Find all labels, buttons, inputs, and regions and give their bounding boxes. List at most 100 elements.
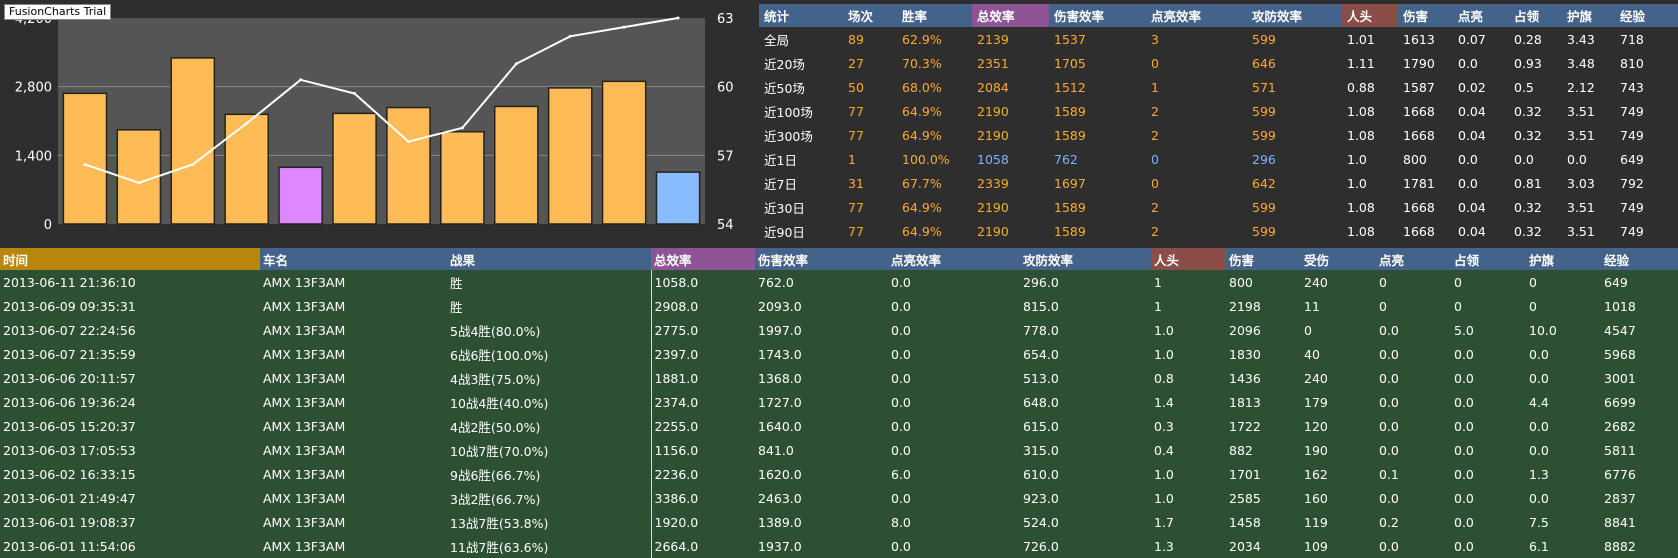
detail-cell: 2013-06-06 20:11:57 [3,370,136,386]
detail-cell: 120 [1304,418,1328,434]
detail-cell: 8882 [1604,538,1636,554]
detail-cell: 179 [1304,394,1328,410]
detail-col-header[interactable]: 总效率 [651,248,755,270]
detail-cell: 0.0 [1454,442,1474,458]
summary-cell: 599 [1252,103,1276,119]
detail-cell: 2397.0 [650,342,755,366]
detail-col-header[interactable]: 时间 [0,248,260,270]
detail-cell: 2013-06-07 22:24:56 [3,322,136,338]
summary-col-header[interactable]: 伤害 [1398,4,1453,27]
detail-cell: 778.0 [1023,322,1059,338]
detail-col-header[interactable]: 伤害 [1226,248,1301,270]
summary-col-header[interactable]: 统计 [759,4,843,27]
summary-col-header[interactable]: 点亮 [1453,4,1509,27]
detail-col-header[interactable]: 车名 [260,248,447,270]
summary-cell: 2190 [977,199,1009,215]
detail-cell: 1.0 [1154,322,1174,338]
detail-cell: 1 [1154,298,1162,314]
detail-cell: 162 [1304,466,1328,482]
detail-cell: 5.0 [1454,322,1474,338]
summary-cell: 1705 [1054,55,1086,71]
detail-cell: 1368.0 [758,370,802,386]
summary-col-header[interactable]: 场次 [843,4,897,27]
detail-cell: 1.0 [1154,346,1174,362]
summary-cell: 0.5 [1514,79,1534,95]
detail-col-header[interactable]: 点亮 [1376,248,1451,270]
summary-col-header[interactable]: 占领 [1509,4,1562,27]
detail-cell: 1018 [1604,298,1636,314]
detail-cell: 0.0 [1529,490,1549,506]
summary-col-header[interactable]: 护旗 [1562,4,1615,27]
detail-col-header[interactable]: 战果 [447,248,651,270]
detail-cell: 815.0 [1023,298,1059,314]
detail-col-header[interactable]: 经验 [1601,248,1678,270]
detail-cell: 0.0 [891,274,911,290]
summary-row: 近90日 77 64.9% 2190 1589 2 599 1.08 1668 0.04 0.32 3… [759,219,1678,243]
detail-col-header[interactable]: 护旗 [1526,248,1601,270]
detail-cell: 5战4胜(80.0%) [450,323,541,339]
summary-cell: 2190 [977,103,1009,119]
summary-cell: 64.9% [902,223,942,239]
detail-col-header[interactable]: 攻防效率 [1020,248,1151,270]
line-point [406,140,410,144]
summary-cell: 77 [848,127,864,143]
detail-cell: 0.0 [891,322,911,338]
summary-cell: 2 [1151,103,1159,119]
detail-cell: 1 [1154,274,1162,290]
detail-cell: 40 [1304,346,1320,362]
summary-cell: 1.08 [1347,127,1375,143]
detail-cell: 0.2 [1379,514,1399,530]
detail-cell: 726.0 [1023,538,1059,554]
detail-col-header[interactable]: 占领 [1451,248,1526,270]
summary-col-header[interactable]: 经验 [1615,4,1678,27]
detail-cell: 0.0 [1454,514,1474,530]
detail-cell: AMX 13F3AM [263,490,346,506]
summary-col-header[interactable]: 人头 [1342,4,1398,27]
summary-cell: 0.32 [1514,127,1542,143]
detail-col-header[interactable]: 点亮效率 [888,248,1020,270]
detail-cell: 2013-06-09 09:35:31 [3,298,136,314]
detail-cell: 654.0 [1023,346,1059,362]
summary-cell: 50 [848,79,864,95]
detail-cell: 4战3胜(75.0%) [450,371,541,387]
summary-cell: 1697 [1054,175,1086,191]
detail-row: 2013-06-01 19:08:37 AMX 13F3AM 13战7胜(53.8%… [0,510,1678,534]
detail-header-row: 时间 车名 战果 总效率 伤害效率 点亮效率 攻防效率 人头 伤害 受伤 点亮 占领 护旗 经验 [0,248,1678,270]
summary-cell: 1.08 [1347,199,1375,215]
detail-cell: 10.0 [1529,322,1557,338]
detail-cell: AMX 13F3AM [263,466,346,482]
detail-cell: 1743.0 [758,346,802,362]
summary-cell: 1589 [1054,223,1086,239]
summary-col-header[interactable]: 胜率 [897,4,972,27]
detail-col-header[interactable]: 人头 [1151,248,1226,270]
summary-cell: 749 [1620,199,1644,215]
bar [655,171,701,225]
detail-col-header[interactable]: 受伤 [1301,248,1376,270]
summary-cell: 1668 [1403,103,1435,119]
detail-cell: 7.5 [1529,514,1549,530]
detail-cell: 649 [1604,274,1628,290]
summary-row: 近20场 27 70.3% 2351 1705 0 646 1.11 1790 0.0 0.93 3.… [759,51,1678,75]
bar [440,130,485,225]
summary-cell: 31 [848,175,864,191]
summary-row: 近7日 31 67.7% 2339 1697 0 642 1.0 1781 0.0 0.81 3.03… [759,171,1678,195]
detail-cell: 315.0 [1023,442,1059,458]
summary-col-header[interactable]: 总效率 [972,4,1049,27]
detail-col-header[interactable]: 伤害效率 [755,248,888,270]
y-left-tick-label: 1,400 [15,149,52,164]
summary-cell: 0.04 [1458,199,1486,215]
detail-cell: 0.0 [1379,538,1399,554]
detail-cell: 0.0 [1529,442,1549,458]
detail-cell: 0 [1379,298,1387,314]
detail-cell: 2013-06-06 19:36:24 [3,394,136,410]
summary-cell: 1668 [1403,199,1435,215]
summary-cell: 1 [1151,79,1159,95]
line-point [191,162,195,166]
summary-cell: 762 [1054,151,1078,167]
summary-col-header[interactable]: 伤害效率 [1049,4,1146,27]
detail-cell: 1058.0 [650,270,755,294]
detail-cell: AMX 13F3AM [263,538,346,554]
detail-cell: 4.4 [1529,394,1549,410]
summary-col-header[interactable]: 点亮效率 [1146,4,1247,27]
summary-col-header[interactable]: 攻防效率 [1247,4,1342,27]
